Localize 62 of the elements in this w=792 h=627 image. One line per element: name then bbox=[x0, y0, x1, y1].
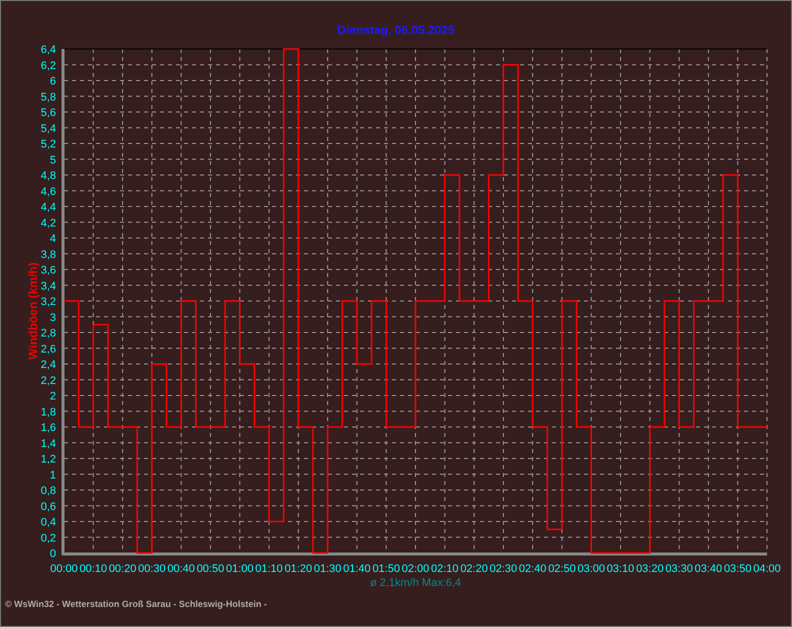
y-tick-label: 3,2 bbox=[40, 296, 56, 308]
y-axis-label: Windböen (km/h) bbox=[26, 262, 40, 360]
copyright-text: © WsWin32 - Wetterstation Groß Sarau - Schleswig-Holstein - bbox=[5, 599, 267, 609]
y-tick-label: 0,6 bbox=[40, 500, 56, 513]
y-tick-label: 6,4 bbox=[40, 44, 56, 56]
x-tick-label: 02:20 bbox=[460, 563, 488, 575]
x-tick-label: 01:20 bbox=[284, 563, 312, 575]
y-tick-label: 0,4 bbox=[40, 516, 56, 528]
x-tick-label: 03:30 bbox=[665, 563, 693, 575]
x-tick-label: 00:40 bbox=[167, 563, 195, 575]
y-tick-label: 4,8 bbox=[40, 170, 56, 182]
x-tick-label: 00:30 bbox=[138, 563, 166, 575]
x-tick-label: 00:00 bbox=[50, 563, 78, 575]
x-tick-label: 02:30 bbox=[490, 563, 518, 575]
x-tick-label: 00:50 bbox=[196, 563, 224, 575]
stats-text: ø 2,1km/h Max:6,4 bbox=[370, 577, 462, 589]
y-tick-label: 6,2 bbox=[40, 60, 56, 72]
y-tick-label: 3,4 bbox=[40, 280, 56, 292]
chart-title: Dienstag, 06.05.2025 bbox=[337, 23, 455, 37]
x-tick-label: 02:40 bbox=[518, 563, 546, 575]
y-tick-label: 4,6 bbox=[40, 186, 56, 198]
x-tick-label: 03:00 bbox=[577, 563, 606, 575]
y-tick-label: 5 bbox=[50, 154, 56, 166]
y-tick-label: 1 bbox=[50, 469, 56, 482]
y-tick-label: 5,6 bbox=[40, 107, 56, 119]
x-tick-label: 04:00 bbox=[753, 563, 781, 575]
x-tick-label: 03:40 bbox=[694, 563, 722, 575]
y-tick-label: 2,8 bbox=[40, 328, 56, 340]
y-tick-label: 6 bbox=[50, 76, 56, 88]
y-tick-label: 5,8 bbox=[40, 91, 56, 104]
y-tick-label: 4 bbox=[50, 233, 56, 245]
x-tick-label: 00:10 bbox=[80, 563, 108, 575]
x-tick-label: 02:50 bbox=[548, 563, 576, 575]
y-tick-label: 4,4 bbox=[40, 202, 56, 214]
y-tick-label: 1,2 bbox=[40, 454, 56, 466]
y-tick-label: 1,8 bbox=[40, 406, 56, 418]
x-tick-label: 01:00 bbox=[226, 563, 254, 575]
y-tick-label: 2,2 bbox=[40, 374, 56, 387]
y-tick-label: 1,4 bbox=[40, 438, 56, 450]
y-tick-label: 3,8 bbox=[40, 248, 56, 261]
x-tick-label: 03:10 bbox=[606, 563, 634, 575]
x-tick-label: 01:10 bbox=[255, 563, 283, 575]
y-tick-label: 4,2 bbox=[40, 217, 56, 230]
x-tick-label: 02:10 bbox=[431, 563, 459, 575]
y-tick-label: 1,6 bbox=[40, 422, 56, 434]
y-tick-label: 5,2 bbox=[40, 138, 56, 150]
y-tick-label: 0,2 bbox=[40, 532, 56, 544]
y-tick-label: 2,6 bbox=[40, 343, 56, 356]
y-tick-label: 3,6 bbox=[40, 264, 56, 276]
x-tick-label: 02:00 bbox=[402, 563, 430, 575]
y-tick-label: 0 bbox=[50, 548, 56, 560]
x-tick-label: 01:40 bbox=[343, 563, 371, 575]
y-tick-label: 3 bbox=[50, 312, 56, 324]
x-tick-label: 01:30 bbox=[314, 563, 342, 575]
y-tick-label: 5,4 bbox=[40, 122, 56, 135]
y-tick-label: 2,4 bbox=[40, 359, 56, 371]
x-tick-label: 03:50 bbox=[724, 563, 752, 575]
y-tick-label: 2 bbox=[50, 390, 56, 402]
x-tick-label: 01:50 bbox=[372, 563, 400, 575]
x-tick-label: 03:20 bbox=[636, 563, 664, 575]
y-tick-label: 0,8 bbox=[40, 485, 56, 497]
x-tick-label: 00:20 bbox=[108, 563, 136, 575]
